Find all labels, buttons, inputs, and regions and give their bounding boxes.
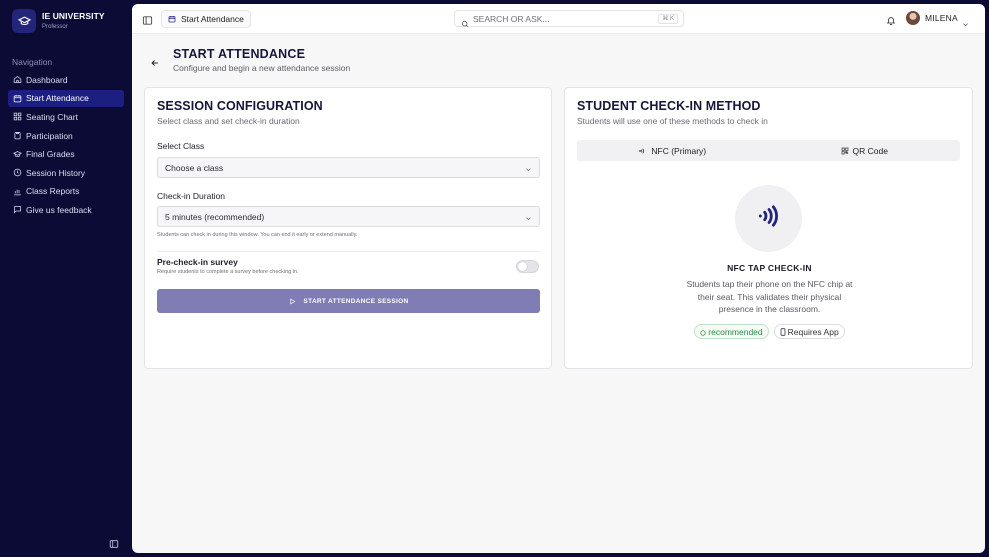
search-bar[interactable]: ⌘ K xyxy=(454,10,684,27)
history-icon xyxy=(12,168,22,178)
card-subtitle: Select class and set check-in duration xyxy=(157,116,300,126)
nfc-waves-icon xyxy=(756,203,782,234)
duration-select[interactable]: 5 minutes (recommended) xyxy=(157,206,540,227)
sidebar-item-label: Seating Chart xyxy=(26,111,78,122)
duration-select-value: 5 minutes (recommended) xyxy=(165,211,265,222)
sidebar-nav: Dashboard Start Attendance Seating Chart… xyxy=(8,71,124,220)
duration-label: Check-in Duration xyxy=(157,191,226,201)
search-icon xyxy=(461,15,469,27)
tab-qr-code[interactable]: QR Code xyxy=(769,140,961,161)
sidebar-item-label: Start Attendance xyxy=(26,93,89,104)
bell-icon[interactable] xyxy=(886,13,896,26)
session-configuration-card: SESSION CONFIGURATION Select class and s… xyxy=(144,87,552,369)
grid-icon xyxy=(12,112,22,122)
sidebar-item-label: Give us feedback xyxy=(26,204,92,215)
main-panel: Start Attendance ⌘ K MILENA START ATTEND… xyxy=(132,4,985,553)
card-title: STUDENT CHECK-IN METHOD xyxy=(577,99,761,113)
breadcrumb[interactable]: Start Attendance xyxy=(161,10,251,28)
tab-label: QR Code xyxy=(852,145,888,156)
nfc-icon xyxy=(639,147,647,155)
page-title: START ATTENDANCE xyxy=(173,47,306,61)
circle-icon xyxy=(700,328,706,336)
search-input[interactable] xyxy=(473,13,653,24)
home-icon xyxy=(12,75,22,85)
survey-subtitle: Require students to complete a survey be… xyxy=(157,269,299,275)
sidebar-item-seating-chart[interactable]: Seating Chart xyxy=(8,108,124,126)
tab-nfc[interactable]: NFC (Primary) xyxy=(577,140,769,161)
brand-role: Professor xyxy=(42,23,68,30)
requires-app-badge: Requires App xyxy=(773,324,845,339)
card-title: SESSION CONFIGURATION xyxy=(157,99,323,113)
sidebar-item-label: Class Reports xyxy=(26,186,80,197)
chevron-down-icon xyxy=(962,15,969,26)
sidebar-item-feedback[interactable]: Give us feedback xyxy=(8,201,124,219)
sidebar-item-dashboard[interactable]: Dashboard xyxy=(8,71,124,89)
graduation-cap-logo-icon xyxy=(12,9,36,33)
phone-icon xyxy=(780,328,786,336)
start-attendance-button[interactable]: START ATTENDANCE SESSION xyxy=(157,289,540,313)
badge-label: recommended xyxy=(708,326,763,337)
chevron-down-icon xyxy=(525,165,532,172)
calendar-icon xyxy=(168,15,176,23)
method-description: Students tap their phone on the NFC chip… xyxy=(686,279,853,314)
class-label: Select Class xyxy=(157,141,205,151)
survey-title: Pre-check-in survey xyxy=(157,257,238,267)
class-select[interactable]: Choose a class xyxy=(157,157,540,178)
avatar xyxy=(906,11,920,25)
graduation-cap-icon xyxy=(12,149,22,159)
nav-heading: Navigation xyxy=(12,57,53,67)
shortcut-badge: ⌘ K xyxy=(658,14,678,24)
brand[interactable]: IE UNIVERSITY Professor xyxy=(12,9,105,33)
sidebar: IE UNIVERSITY Professor Navigation Dashb… xyxy=(0,0,132,557)
sidebar-item-label: Dashboard xyxy=(26,74,68,85)
nfc-illustration xyxy=(735,185,802,252)
bar-chart-icon xyxy=(12,186,22,196)
qr-code-icon xyxy=(841,147,849,155)
sidebar-item-session-history[interactable]: Session History xyxy=(8,164,124,182)
sidebar-item-participation[interactable]: Participation xyxy=(8,127,124,145)
sidebar-item-label: Session History xyxy=(26,167,86,178)
sidebar-item-class-reports[interactable]: Class Reports xyxy=(8,183,124,201)
method-title: NFC TAP CHECK-IN xyxy=(727,263,812,273)
topbar: Start Attendance ⌘ K MILENA xyxy=(132,4,985,34)
back-arrow-icon[interactable] xyxy=(150,55,160,66)
tab-label: NFC (Primary) xyxy=(651,145,707,156)
start-button-label: START ATTENDANCE SESSION xyxy=(303,297,409,305)
clipboard-icon xyxy=(12,131,22,141)
badge-label: Requires App xyxy=(787,326,839,337)
checkin-method-card: STUDENT CHECK-IN METHOD Students will us… xyxy=(564,87,973,369)
sidebar-item-label: Participation xyxy=(26,130,73,141)
method-tabs: NFC (Primary) QR Code xyxy=(577,140,960,161)
sidebar-item-label: Final Grades xyxy=(26,149,75,160)
class-select-value: Choose a class xyxy=(165,162,224,173)
user-name: MILENA xyxy=(925,13,958,23)
duration-hint: Students can check in during this window… xyxy=(157,232,358,238)
survey-toggle[interactable] xyxy=(516,260,539,273)
user-menu[interactable]: MILENA xyxy=(906,11,969,26)
card-subtitle: Students will use one of these methods t… xyxy=(577,116,768,126)
brand-name: IE UNIVERSITY xyxy=(42,11,105,22)
chevron-down-icon xyxy=(525,214,532,221)
sidebar-item-final-grades[interactable]: Final Grades xyxy=(8,145,124,163)
sidebar-item-start-attendance[interactable]: Start Attendance xyxy=(8,89,124,108)
recommended-badge: recommended xyxy=(694,324,769,339)
message-icon xyxy=(12,205,22,215)
calendar-icon xyxy=(12,93,22,103)
page-subtitle: Configure and begin a new attendance ses… xyxy=(173,63,351,73)
panel-toggle-icon[interactable] xyxy=(142,13,153,25)
method-badges: recommended Requires App xyxy=(565,324,974,339)
sidebar-collapse-icon[interactable] xyxy=(109,536,119,548)
breadcrumb-label: Start Attendance xyxy=(181,14,244,24)
divider xyxy=(157,251,540,252)
toggle-knob xyxy=(518,262,527,271)
play-icon xyxy=(289,298,296,305)
